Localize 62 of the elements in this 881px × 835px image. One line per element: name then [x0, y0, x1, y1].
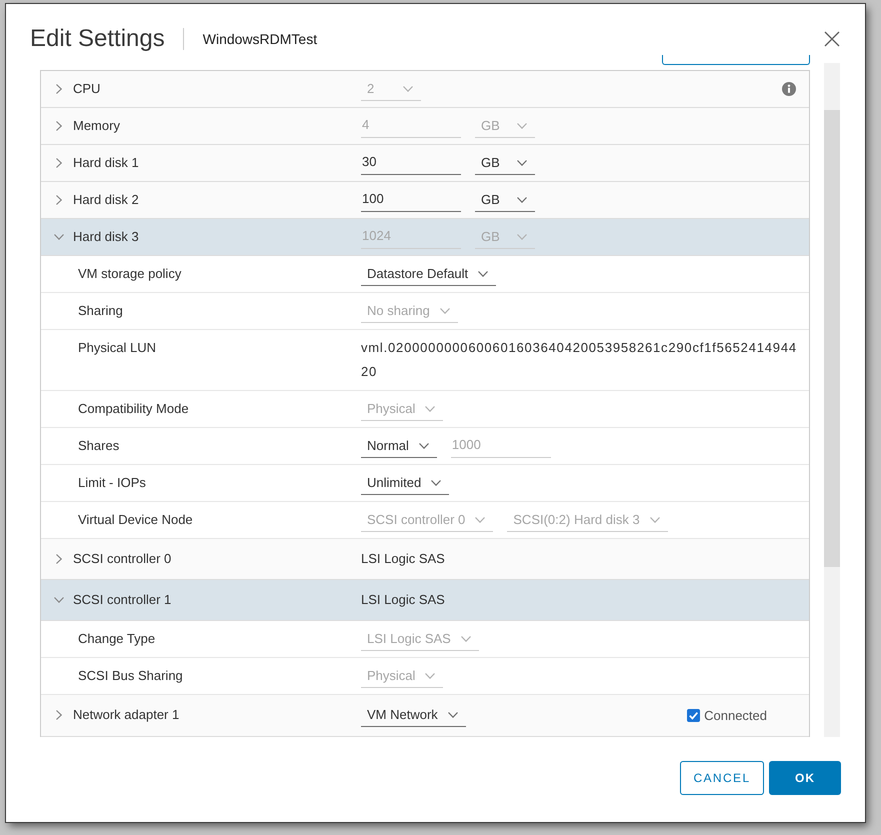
chevron-down-icon	[425, 672, 436, 678]
close-icon[interactable]	[824, 31, 840, 47]
dropdown[interactable]: GB	[475, 151, 535, 175]
cancel-button[interactable]: CANCEL	[680, 761, 764, 795]
value-text: LSI Logic SAS	[361, 550, 445, 568]
setting-label: Limit - IOPs	[78, 474, 147, 492]
chevron-down-icon	[440, 308, 450, 314]
chevron-down-icon	[403, 86, 413, 92]
chevron-down-icon[interactable]	[54, 597, 64, 603]
value-text: vml.0200000000600601603640420053958261c290cf1f565241494420	[361, 339, 798, 381]
device-label: SCSI controller 0	[73, 550, 172, 568]
setting-label: SCSI Bus Sharing	[78, 667, 184, 685]
dropdown[interactable]: Unlimited	[361, 471, 450, 495]
setting-label: Shares	[78, 437, 120, 455]
chevron-down-icon	[517, 196, 527, 202]
device-label: Network adapter 1	[73, 706, 180, 724]
text-input[interactable]: 30	[361, 151, 461, 175]
setting-label: VM storage policy	[78, 265, 182, 283]
chevron-down-icon	[650, 516, 660, 522]
setting-label: Compatibility Mode	[78, 400, 190, 418]
chevron-right-icon[interactable]	[56, 554, 62, 564]
chevron-right-icon[interactable]	[56, 158, 62, 168]
partial-button-outline[interactable]	[662, 55, 810, 65]
chevron-down-icon	[460, 636, 471, 642]
chevron-right-icon[interactable]	[56, 710, 62, 720]
dropdown[interactable]: GB	[475, 188, 535, 212]
checkbox-icon[interactable]	[687, 708, 700, 722]
value-text: LSI Logic SAS	[361, 591, 445, 609]
chevron-down-icon	[517, 160, 527, 166]
dialog-subtitle: WindowsRDMTest	[202, 31, 318, 47]
device-label: CPU	[73, 80, 102, 98]
device-label: Hard disk 3	[73, 228, 140, 246]
info-icon[interactable]	[782, 82, 796, 96]
chevron-down-icon	[475, 516, 486, 522]
chevron-down-icon	[517, 234, 527, 240]
chevron-down-icon	[425, 406, 436, 412]
dialog-title: Edit Settings	[30, 24, 165, 54]
device-label: Hard disk 1	[73, 154, 140, 172]
chevron-down-icon[interactable]	[54, 234, 64, 240]
setting-label: Virtual Device Node	[78, 511, 194, 529]
setting-label: Change Type	[78, 630, 156, 648]
scrollbar-thumb[interactable]	[824, 110, 840, 567]
dropdown[interactable]: VM Network	[361, 703, 466, 727]
device-label: SCSI controller 1	[73, 591, 172, 609]
chevron-down-icon	[478, 270, 488, 276]
chevron-down-icon	[517, 122, 527, 128]
chevron-right-icon[interactable]	[56, 121, 62, 131]
chevron-down-icon	[418, 442, 429, 448]
device-label: Hard disk 2	[73, 191, 140, 209]
scrollbar-track[interactable]	[824, 63, 840, 737]
chevron-down-icon	[448, 712, 458, 718]
chevron-down-icon	[431, 480, 442, 486]
dropdown[interactable]: Datastore Default	[361, 262, 496, 286]
device-label: Memory	[73, 117, 121, 135]
chevron-right-icon[interactable]	[56, 195, 62, 205]
text-input[interactable]: 100	[361, 188, 461, 212]
dropdown[interactable]: Normal	[361, 434, 437, 458]
confirm-button[interactable]: OK	[769, 761, 841, 795]
checkbox[interactable]: Connected	[687, 703, 767, 727]
setting-label: Sharing	[78, 302, 124, 320]
chevron-right-icon[interactable]	[56, 84, 62, 94]
setting-label: Physical LUN	[78, 339, 158, 357]
